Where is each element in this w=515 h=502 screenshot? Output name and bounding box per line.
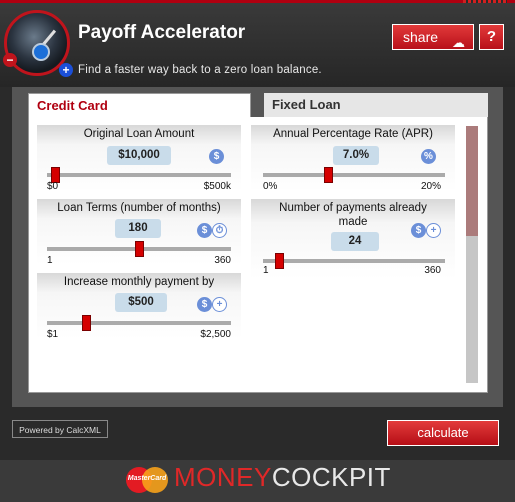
apr-min: 0% [263,181,278,192]
apr-value[interactable]: 7.0% [333,146,379,165]
gauge-logo-icon: − + [3,10,73,77]
dollar-plus-icon: $ + [197,295,227,313]
payments-made-max: 360 [424,265,441,276]
payments-made-track[interactable] [263,259,445,263]
apr-max: 20% [420,181,441,192]
loan-amount-label: Original Loan Amount [83,128,195,140]
moneycockpit-logo: MONEYCOCKPIT [174,462,391,493]
payments-made-section: Number of payments already made 24 $ + 1 … [251,199,455,279]
tab-fixed-loan[interactable]: Fixed Loan [264,93,488,117]
dollar-clock-icon: $ ⏱ [197,221,227,239]
scrollbar-thumb[interactable] [466,126,478,236]
apr-label: Annual Percentage Rate (APR) [273,128,433,140]
loan-amount-max: $500k [203,181,231,192]
payments-made-slider-thumb[interactable] [275,253,285,269]
apr-slider-thumb[interactable] [323,167,333,183]
apr-track[interactable] [263,173,445,177]
vertical-scrollbar[interactable] [466,126,478,383]
minus-icon: − [3,53,17,67]
gauge-hub [32,43,50,61]
cloud-share-icon: ☁ [452,35,465,50]
app-subtitle: Find a faster way back to a zero loan ba… [78,64,322,76]
calculator-content: Original Loan Amount $10,000 $ $0 $500k … [28,117,488,393]
help-button[interactable]: ? [479,24,504,50]
calculate-button[interactable]: calculate [387,420,499,446]
increase-payment-value[interactable]: $500 [115,293,167,312]
loan-amount-value[interactable]: $10,000 [107,146,171,165]
loan-amount-track[interactable] [47,173,231,177]
plus-icon: + [59,63,73,77]
increase-payment-max: $2,500 [200,329,231,340]
loan-terms-max: 360 [214,255,231,266]
apr-section: Annual Percentage Rate (APR) 7.0% % 0% 2… [251,125,455,192]
loan-terms-section: Loan Terms (number of months) 180 $ ⏱ 1 3… [37,199,241,266]
loan-terms-slider-thumb[interactable] [134,241,144,257]
brand-cockpit: COCKPIT [271,462,391,492]
payments-made-min: 1 [263,265,269,276]
loan-amount-section: Original Loan Amount $10,000 $ $0 $500k [37,125,241,192]
payments-made-value[interactable]: 24 [331,232,379,251]
app-title: Payoff Accelerator [78,22,246,43]
share-label: share [403,29,439,45]
tab-credit-card[interactable]: Credit Card [28,93,251,117]
increase-payment-min: $1 [47,329,59,340]
loan-terms-min: 1 [47,255,53,266]
dollar-plus-icon: $ + [411,221,441,239]
increase-payment-track[interactable] [47,321,231,325]
powered-by-link[interactable]: Powered by CalcXML [12,420,108,438]
increase-payment-label: Increase monthly payment by [63,276,215,288]
loan-terms-label: Loan Terms (number of months) [57,202,221,214]
dollar-percent-icon: % [421,147,451,165]
increase-payment-slider-thumb[interactable] [82,315,91,331]
share-button[interactable]: share ☁ [392,24,474,50]
mastercard-logo: MasterCard [126,467,168,493]
payments-made-label-1: Number of payments already [279,202,427,214]
app-window: − + Payoff Accelerator Find a faster way… [0,0,515,502]
increase-payment-section: Increase monthly payment by $500 $ + $1 $… [37,273,241,340]
dollar-icon: $ [209,147,239,165]
brand-money: MONEY [174,462,272,492]
mastercard-text: MasterCard [127,475,167,482]
loan-amount-min: $0 [47,181,59,192]
loan-terms-value[interactable]: 180 [115,219,161,238]
